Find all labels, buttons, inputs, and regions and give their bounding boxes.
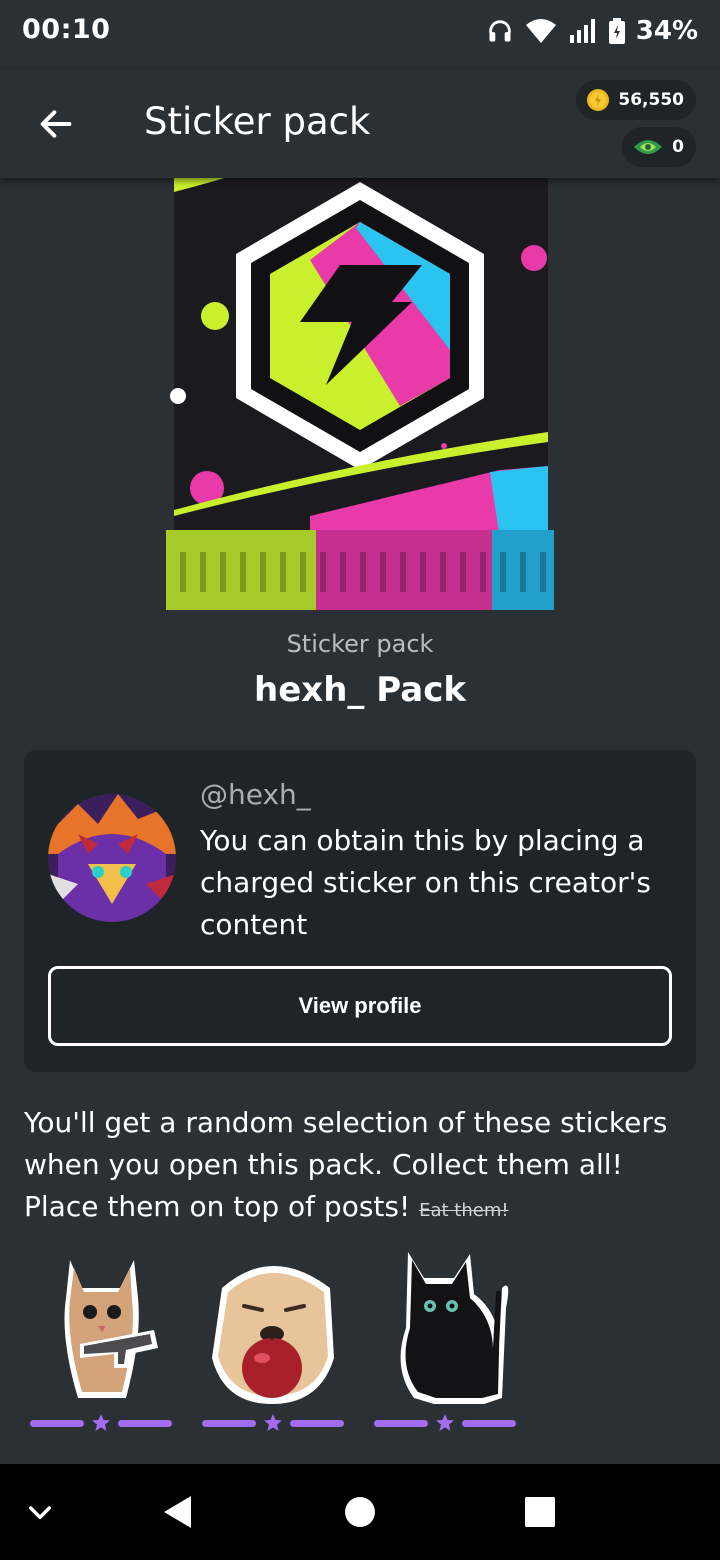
star-icon [92, 1414, 110, 1431]
status-time: 00:10 [22, 14, 111, 45]
nav-back-button[interactable] [130, 1464, 226, 1560]
sticker-item[interactable] [374, 1248, 516, 1434]
status-icons: 34% [486, 16, 698, 46]
chevron-down-icon [28, 1506, 52, 1520]
gem-icon [634, 140, 663, 154]
sticker-item[interactable] [202, 1248, 344, 1434]
star-icon [264, 1414, 282, 1431]
black-cat-sticker-icon [400, 1252, 509, 1404]
home-circle-icon [345, 1497, 375, 1527]
pack-description-text: You'll get a random selection of these s… [24, 1106, 668, 1223]
pack-name: hexh_ Pack [254, 670, 466, 710]
app-bar: Sticker pack 56,550 0 [0, 70, 720, 178]
arrow-left-icon [40, 110, 72, 138]
triangle-back-icon [164, 1496, 191, 1528]
battery-percent: 34% [635, 16, 698, 46]
wifi-icon [524, 17, 558, 45]
square-recents-icon [525, 1497, 555, 1527]
pack-description: You'll get a random selection of these s… [24, 1102, 704, 1232]
view-profile-button[interactable]: View profile [48, 966, 672, 1046]
sticker-list [30, 1248, 516, 1434]
creator-description: You can obtain this by placing a charged… [200, 824, 651, 941]
nav-recents-button[interactable] [492, 1464, 588, 1560]
page-title: Sticker pack [144, 100, 371, 143]
rarity-indicator [374, 1412, 516, 1434]
headphones-icon [486, 17, 514, 45]
rarity-indicator [202, 1412, 344, 1434]
rarity-indicator [30, 1412, 172, 1434]
system-nav-bar [0, 1464, 720, 1560]
back-button[interactable] [28, 96, 84, 152]
nav-home-button[interactable] [312, 1464, 408, 1560]
signal-icon [568, 17, 598, 45]
gem-balance[interactable]: 0 [622, 127, 696, 167]
battery-icon [608, 17, 626, 45]
creator-handle: @hexh_ [200, 778, 311, 811]
star-icon [436, 1414, 454, 1431]
status-bar: 00:10 34% [0, 0, 720, 70]
nav-collapse-button[interactable] [0, 1464, 88, 1560]
avatar[interactable] [48, 794, 176, 922]
creator-card: @hexh_ You can obtain this by placing a … [24, 750, 696, 1072]
coin-count: 56,550 [618, 90, 684, 110]
kitten-with-gun-sticker-icon [64, 1260, 158, 1398]
coin-icon [587, 89, 610, 111]
sticker-item[interactable] [30, 1248, 172, 1434]
pack-description-strikethrough: Eat them! [419, 1200, 509, 1221]
gem-count: 0 [672, 137, 684, 157]
coin-balance[interactable]: 56,550 [576, 80, 696, 120]
pack-subtitle: Sticker pack [286, 630, 434, 658]
dog-with-apple-sticker-icon [212, 1266, 334, 1404]
sticker-pack-image [160, 170, 560, 615]
